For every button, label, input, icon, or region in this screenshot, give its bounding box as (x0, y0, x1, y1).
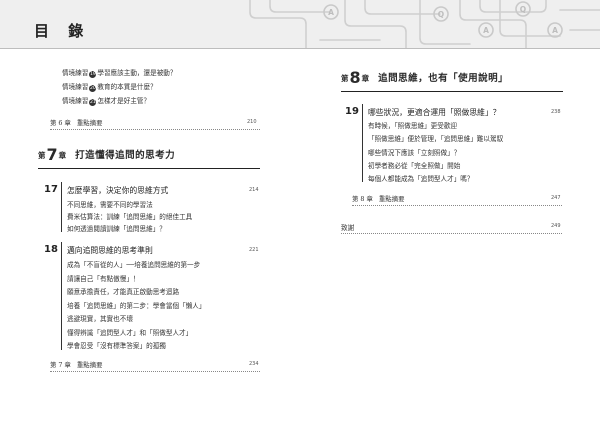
chapter-summary-7: 第 7 章重點摘要 (50, 361, 103, 369)
acknowledgements: 致謝 (341, 224, 355, 232)
number-badge: 20 (89, 85, 97, 92)
list-item: 「照做思維」便於管理，「追問思維」難以駕馭 (368, 135, 504, 143)
dotted-divider (352, 205, 562, 206)
page-number: 210 (247, 119, 257, 125)
chapter-8-heading: 第8章 追問思維，也有「使用說明」 (341, 68, 509, 87)
dotted-divider (50, 129, 260, 130)
list-item: 哪些情況下應該「立刻照做」？ (368, 149, 461, 157)
list-item: 每個人都能成為「追問型人才」嗎？ (368, 175, 474, 183)
dotted-divider (341, 233, 562, 234)
list-item: 初學者務必從「完全照做」開始 (368, 162, 461, 170)
page-title: 目 錄 (34, 22, 91, 40)
list-item: 有時候，「照做思維」更受歡迎 (368, 122, 458, 130)
scenario-item: 情境練習 21 怎樣才是好主管？ (62, 97, 151, 106)
section-title: 哪些狀況，更適合運用「照做思維」？ (368, 108, 501, 117)
header-band: A Q A Q A 目 錄 (0, 0, 600, 48)
section-number: 18 (44, 244, 58, 255)
scenario-item: 情境練習 19 學習應該主動，還是被動？ (62, 69, 177, 78)
scenario-item: 情境練習 20 教育的本質是什麼？ (62, 83, 157, 92)
section-title: 怎麼學習，決定你的思維方式 (67, 186, 169, 195)
list-item: 如何透過閱讀訓練「追問思維」？ (67, 225, 166, 233)
page-number: 247 (551, 195, 561, 201)
svg-text:A: A (483, 26, 489, 35)
svg-text:A: A (552, 26, 558, 35)
list-item: 費米估算法：訓練「追問思維」的絕佳工具 (67, 213, 193, 221)
list-item: 成為「不盲從的人」──培養追問思維的第一步 (67, 261, 201, 269)
section-bar (362, 104, 363, 182)
section-title: 邁向追問思維的思考準則 (67, 246, 153, 255)
list-item: 學會忍受「沒有標準答案」的孤獨 (67, 342, 166, 350)
page-number: 234 (249, 361, 259, 367)
svg-text:A: A (328, 8, 334, 17)
list-item: 培養「追問思維」的第二步：學會當個「懶人」 (67, 302, 206, 310)
chapter-summary-8: 第 8 章重點摘要 (352, 195, 405, 203)
chapter-underline (341, 91, 563, 92)
number-badge: 21 (89, 99, 97, 106)
number-badge: 19 (89, 71, 97, 78)
dotted-divider (50, 371, 260, 372)
list-item: 逃避現實，其實也不壞 (67, 315, 133, 323)
section-number: 19 (345, 106, 359, 117)
section-bar (61, 182, 62, 232)
svg-text:Q: Q (438, 10, 444, 19)
list-item: 請讓自己「有點傲慢」！ (67, 275, 140, 283)
page-number: 249 (551, 223, 561, 229)
chapter-underline (38, 168, 260, 169)
section-bar (61, 242, 62, 350)
page-number: 221 (249, 247, 259, 253)
svg-text:Q: Q (520, 5, 526, 14)
page-number: 238 (551, 109, 561, 115)
list-item: 願意承擔責任，才能真正啟動思考迴路 (67, 288, 180, 296)
page-number: 214 (249, 187, 259, 193)
header-divider (0, 48, 600, 49)
list-item: 不同思維，需要不同的學習法 (67, 201, 153, 209)
list-item: 懂得辨識「追問型人才」和「照做型人才」 (67, 329, 193, 337)
chapter-summary-6: 第 6 章重點摘要 (50, 119, 103, 127)
section-number: 17 (44, 184, 58, 195)
chapter-7-heading: 第7章 打造懂得追問的思考力 (38, 145, 176, 164)
